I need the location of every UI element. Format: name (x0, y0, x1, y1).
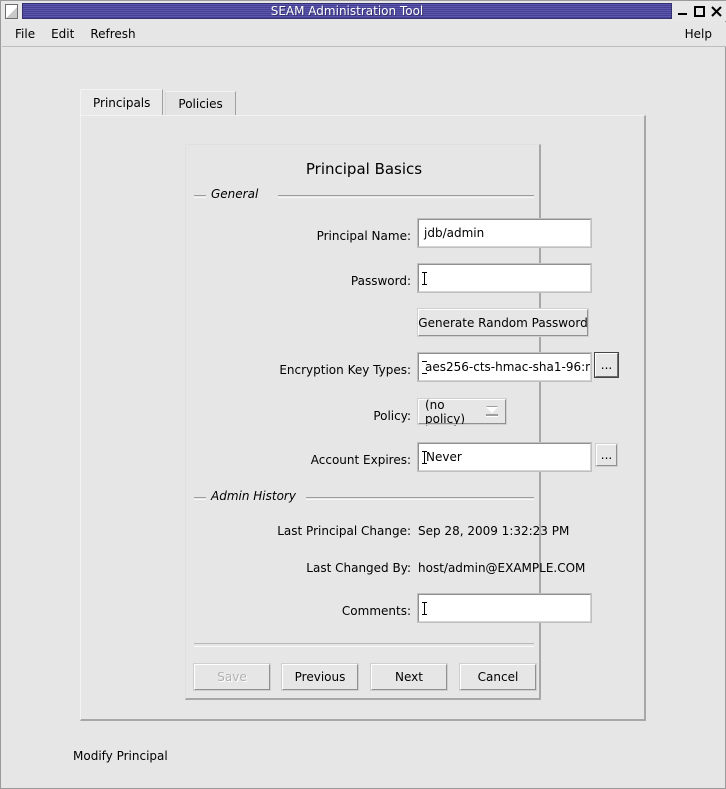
tab-policies-label: Policies (178, 97, 223, 111)
policy-select[interactable]: (no policy) (417, 397, 507, 426)
menu-item-file[interactable]: File (7, 25, 43, 43)
text-caret (422, 271, 427, 285)
chevron-down-icon (485, 406, 498, 417)
text-caret (422, 450, 427, 464)
application-window: SEAM Administration Tool File Edit Refre… (0, 0, 726, 789)
minimize-icon[interactable] (674, 3, 691, 20)
window-title: SEAM Administration Tool (270, 4, 424, 18)
page-title: Principal Basics (305, 160, 423, 178)
group-separator-line-left (194, 195, 206, 198)
group-label-admin-history: Admin History (208, 489, 299, 503)
previous-button[interactable]: Previous (281, 663, 359, 691)
principal-name-input[interactable]: jdb/admin (417, 218, 592, 248)
status-bar: Modify Principal (73, 749, 168, 763)
titlebar: SEAM Administration Tool (1, 1, 726, 21)
menubar-right-group: Help (677, 25, 720, 43)
last-changed-by-value: host/admin@EXAMPLE.COM (418, 561, 586, 575)
tab-principals[interactable]: Principals (80, 89, 164, 116)
password-input[interactable] (417, 263, 592, 293)
password-label: Password: (350, 274, 411, 288)
policy-label: Policy: (373, 409, 411, 423)
group-separator-line-right (306, 497, 534, 500)
account-expires-browse-button[interactable]: ... (595, 443, 618, 467)
account-expires-value: Never (426, 450, 462, 464)
titlebar-drag-area[interactable]: SEAM Administration Tool (22, 3, 672, 19)
encryption-key-types-browse-label: ... (600, 358, 613, 372)
group-separator-line-right (278, 195, 534, 198)
account-expires-input[interactable]: Never (417, 442, 592, 472)
previous-button-label: Previous (294, 670, 346, 684)
comments-label: Comments: (341, 604, 411, 618)
generate-random-password-label: Generate Random Password (418, 315, 588, 330)
group-label-general: General (208, 187, 262, 201)
account-expires-label: Account Expires: (310, 453, 411, 467)
maximize-icon[interactable] (691, 3, 708, 20)
text-caret (422, 601, 427, 615)
encryption-key-types-value: aes256-cts-hmac-sha1-96:no (425, 360, 591, 374)
next-button[interactable]: Next (370, 663, 448, 691)
menu-item-edit[interactable]: Edit (43, 25, 82, 43)
menu-item-refresh[interactable]: Refresh (82, 25, 143, 43)
next-button-label: Next (395, 670, 423, 684)
encryption-key-types-input[interactable]: aes256-cts-hmac-sha1-96:no (417, 352, 592, 382)
encryption-key-types-browse-button[interactable]: ... (594, 352, 619, 378)
account-expires-browse-label: ... (600, 448, 613, 462)
group-separator-admin-history: Admin History (194, 489, 534, 503)
save-button-label: Save (217, 670, 247, 684)
close-icon[interactable] (708, 3, 725, 20)
comments-input[interactable] (417, 593, 592, 623)
generate-random-password-button[interactable]: Generate Random Password (417, 308, 589, 337)
save-button[interactable]: Save (193, 663, 271, 691)
tab-policies[interactable]: Policies (165, 91, 236, 116)
tab-strip: Principals Policies (80, 89, 646, 116)
cancel-button[interactable]: Cancel (459, 663, 537, 691)
last-principal-change-value: Sep 28, 2009 1:32:23 PM (418, 524, 570, 538)
principal-basics-form: Principal Basics General Principal Name:… (185, 144, 619, 700)
menubar: File Edit Refresh Help (2, 22, 726, 47)
form-divider (194, 643, 534, 647)
menu-item-help[interactable]: Help (677, 25, 720, 43)
last-changed-by-label: Last Changed By: (306, 561, 411, 575)
principal-name-label: Principal Name: (316, 229, 411, 243)
policy-value: (no policy) (425, 397, 466, 426)
last-principal-change-label: Last Principal Change: (277, 524, 411, 538)
menubar-left-group: File Edit Refresh (7, 25, 144, 43)
tab-content-panel: Principal Basics General Principal Name:… (80, 115, 646, 721)
encryption-key-types-label: Encryption Key Types: (279, 363, 411, 377)
window-menu-icon[interactable] (5, 3, 18, 19)
group-separator-line-left (194, 497, 206, 500)
cancel-button-label: Cancel (477, 670, 519, 684)
principal-name-value: jdb/admin (424, 226, 485, 240)
group-separator-general: General (194, 187, 534, 201)
tab-principals-label: Principals (93, 96, 151, 110)
